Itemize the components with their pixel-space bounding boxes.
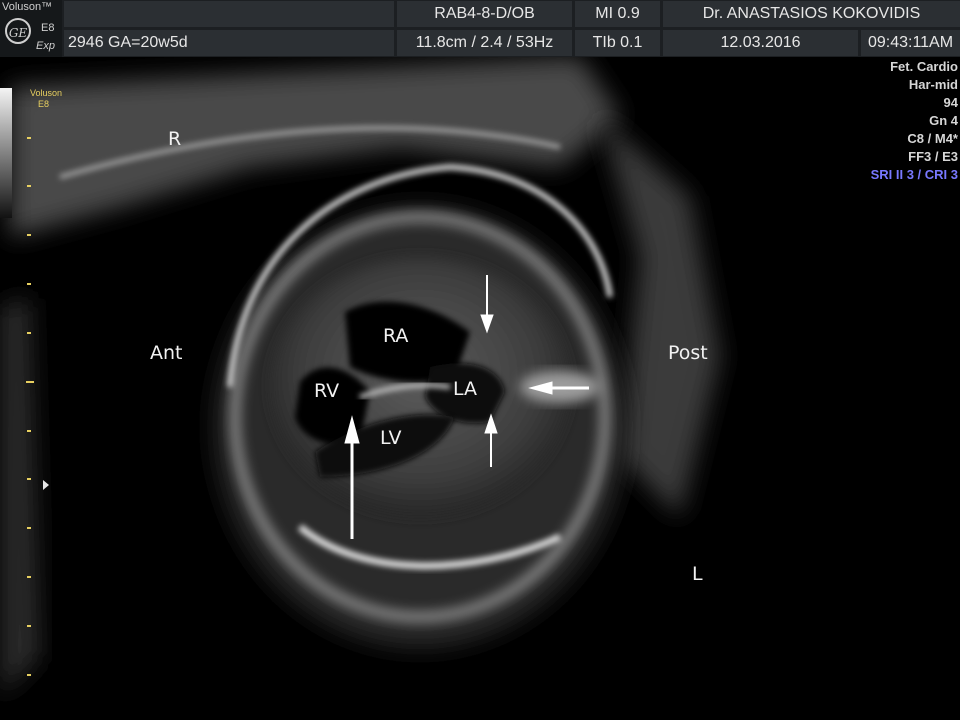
depth-tick (27, 137, 31, 139)
depth-tick (27, 478, 31, 480)
label-anterior: Ant (150, 342, 183, 364)
mode-label: Exp (36, 40, 55, 52)
label-left: L (692, 563, 703, 585)
depth-tick (27, 332, 31, 334)
ultrasound-image (0, 57, 960, 720)
left-tissue (0, 297, 40, 697)
label-left-ventricle: LV (380, 427, 402, 449)
voluson-mini-brand: Voluson (30, 88, 63, 98)
brand-name: Voluson™ (2, 1, 53, 13)
doctor-name: Dr. ANASTASIOS KOKOVIDIS (663, 1, 960, 27)
depth-tick-major (26, 381, 34, 383)
param-gain: Gn 4 (929, 113, 958, 128)
param-value: 94 (943, 95, 958, 110)
depth-tick (27, 527, 31, 529)
probe-label: RAB4-8-D/OB (397, 1, 572, 27)
tib-value: TIb 0.1 (575, 30, 660, 56)
mi-value: MI 0.9 (575, 1, 660, 27)
grayscale-bar (0, 88, 12, 218)
imaging-parameters: Fet. Cardio Har-mid 94 Gn 4 C8 / M4* FF3… (871, 58, 958, 184)
ge-logo-icon: GE (5, 18, 31, 44)
exam-time: 09:43:11AM (861, 30, 960, 56)
label-left-atrium: LA (453, 378, 478, 400)
label-right-ventricle: RV (314, 380, 340, 402)
header-blank-cell (64, 1, 394, 27)
model-name: E8 (41, 22, 55, 34)
ge-logo-block: Voluson™ GE E8 Exp (0, 0, 62, 57)
depth-tick (27, 625, 31, 627)
param-map: C8 / M4* (907, 131, 958, 146)
depth-tick (27, 234, 31, 236)
label-right: R (168, 128, 182, 150)
voluson-mini-model: E8 (38, 99, 50, 109)
param-frame: FF3 / E3 (908, 149, 958, 164)
depth-tick (27, 430, 31, 432)
maternal-tissue (10, 57, 620, 237)
param-harmonic: Har-mid (908, 77, 958, 92)
depth-frequency: 11.8cm / 2.4 / 53Hz (397, 30, 572, 56)
ultrasound-rendering (0, 57, 720, 697)
label-right-atrium: RA (383, 325, 409, 347)
patient-info: 2946 GA=20w5d (64, 30, 394, 56)
label-posterior: Post (668, 342, 708, 364)
voluson-mini-label: Voluson E8 (30, 88, 62, 110)
param-preset: Fet. Cardio (890, 59, 958, 74)
focus-marker-icon[interactable] (43, 480, 49, 490)
depth-tick (27, 185, 31, 187)
depth-tick (27, 576, 31, 578)
header-bar: Voluson™ GE E8 Exp RAB4-8-D/OB MI 0.9 Dr… (0, 0, 960, 57)
depth-tick (27, 674, 31, 676)
param-sri-cri: SRI II 3 / CRI 3 (870, 167, 958, 182)
depth-tick (27, 283, 31, 285)
exam-date: 12.03.2016 (663, 30, 858, 56)
